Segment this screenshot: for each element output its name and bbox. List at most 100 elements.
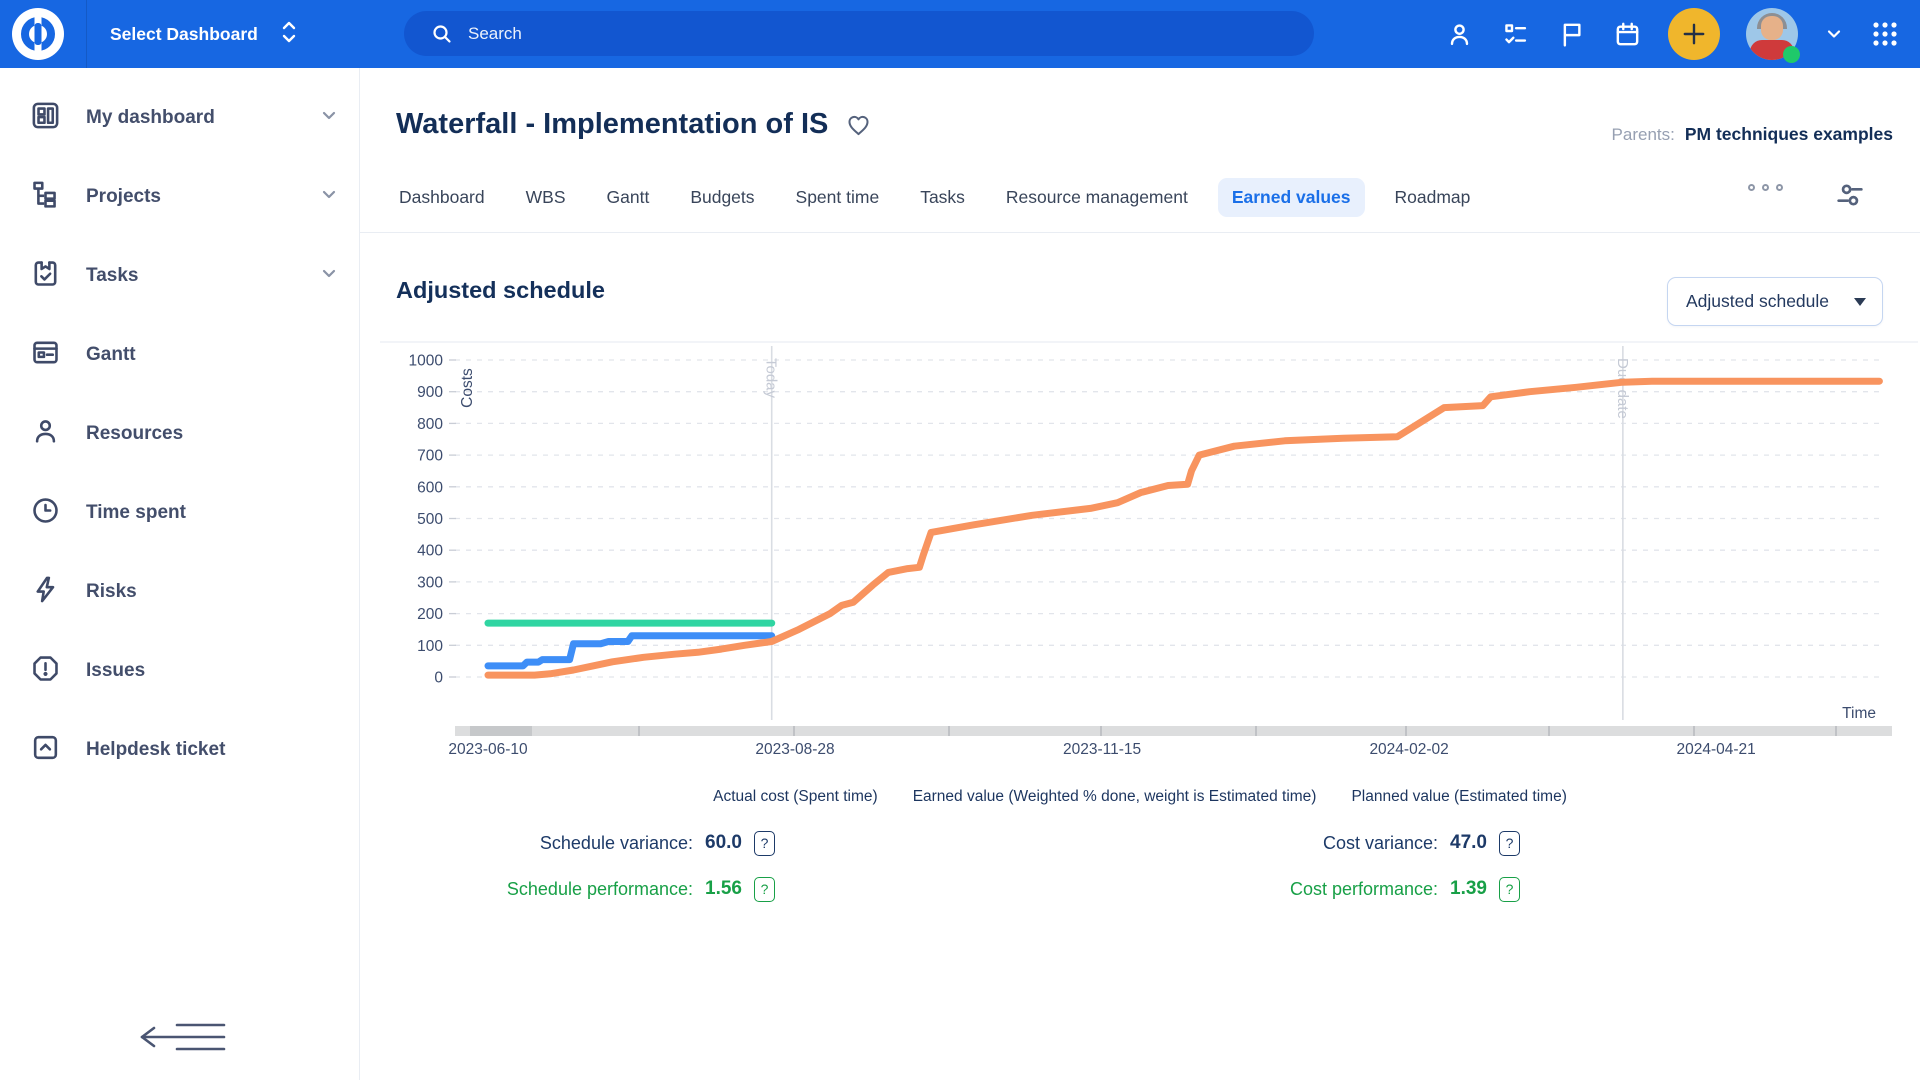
sidebar: My dashboard Projects Tasks — [0, 68, 360, 1080]
help-icon[interactable]: ? — [1499, 877, 1520, 902]
sidebar-item-projects[interactable]: Projects — [0, 157, 359, 236]
tasks-clipboard-icon — [30, 258, 61, 294]
sidebar-item-helpdesk-ticket[interactable]: Helpdesk ticket — [0, 710, 359, 789]
sidebar-item-label: Tasks — [86, 265, 138, 287]
sidebar-item-time-spent[interactable]: Time spent — [0, 473, 359, 552]
help-icon[interactable]: ? — [754, 877, 775, 902]
sidebar-item-resources[interactable]: Resources — [0, 394, 359, 473]
svg-text:500: 500 — [417, 511, 443, 528]
collapse-sidebar-button[interactable] — [132, 1014, 232, 1060]
dropdown-caret-icon — [1854, 298, 1866, 306]
tab-wbs[interactable]: WBS — [515, 178, 577, 217]
svg-text:Time: Time — [1842, 705, 1876, 722]
person-icon[interactable] — [1444, 19, 1474, 49]
svg-text:2023-11-15: 2023-11-15 — [1063, 741, 1141, 758]
sidebar-item-issues[interactable]: Issues — [0, 631, 359, 710]
flag-icon[interactable] — [1556, 19, 1586, 49]
svg-text:Today: Today — [763, 358, 780, 399]
tab-tasks[interactable]: Tasks — [909, 178, 976, 217]
legend-actual-cost[interactable]: Actual cost (Spent time) — [713, 788, 878, 806]
breadcrumb: Parents: PM techniques examples — [1612, 124, 1893, 145]
select-dashboard-button[interactable]: Select Dashboard — [110, 0, 298, 68]
projects-tree-icon — [30, 179, 61, 215]
page-title: Waterfall - Implementation of IS — [396, 108, 828, 141]
sidebar-item-gantt[interactable]: Gantt — [0, 315, 359, 394]
chevron-up-square-icon — [30, 732, 61, 768]
schedule-variance-row: Schedule variance: 60.0 ? — [355, 828, 775, 858]
tab-resource-management[interactable]: Resource management — [995, 178, 1199, 217]
svg-text:900: 900 — [417, 384, 443, 401]
cost-variance-row: Cost variance: 47.0 ? — [1100, 828, 1520, 858]
lightning-icon — [30, 574, 61, 610]
page-settings-icon[interactable] — [1833, 178, 1867, 212]
chevron-down-icon[interactable] — [319, 184, 339, 209]
tab-budgets[interactable]: Budgets — [679, 178, 765, 217]
svg-text:600: 600 — [417, 479, 443, 496]
parents-link[interactable]: PM techniques examples — [1685, 124, 1893, 144]
svg-text:2024-02-02: 2024-02-02 — [1369, 741, 1448, 758]
search-icon — [430, 22, 454, 46]
tab-dashboard[interactable]: Dashboard — [388, 178, 496, 217]
sidebar-item-my-dashboard[interactable]: My dashboard — [0, 78, 359, 157]
online-status-dot — [1783, 46, 1800, 63]
svg-text:2024-04-21: 2024-04-21 — [1676, 741, 1755, 758]
sidebar-item-label: Risks — [86, 581, 137, 603]
svg-text:700: 700 — [417, 448, 443, 465]
svg-text:100: 100 — [417, 638, 443, 655]
apps-grid-icon[interactable] — [1870, 19, 1900, 49]
svg-text:Costs: Costs — [459, 368, 476, 408]
tab-gantt[interactable]: Gantt — [596, 178, 661, 217]
search-placeholder: Search — [468, 24, 522, 44]
divider — [360, 232, 1920, 233]
logo-icon — [21, 17, 55, 51]
add-button[interactable] — [1668, 8, 1720, 60]
tab-roadmap[interactable]: Roadmap — [1384, 178, 1482, 217]
schedule-performance-row: Schedule performance: 1.56 ? — [355, 874, 775, 904]
expand-chevrons-icon — [280, 20, 298, 49]
person-icon — [30, 416, 61, 452]
sidebar-item-tasks[interactable]: Tasks — [0, 236, 359, 315]
tab-earned-values[interactable]: Earned values — [1218, 178, 1365, 217]
chart-section-title: Adjusted schedule — [396, 277, 605, 304]
help-icon[interactable]: ? — [754, 831, 775, 856]
sidebar-item-label: Issues — [86, 660, 145, 682]
alert-octagon-icon — [30, 653, 61, 689]
cost-variance-value: 47.0 — [1450, 832, 1487, 854]
svg-text:800: 800 — [417, 416, 443, 433]
gantt-icon — [30, 337, 61, 373]
chart-legend: Actual cost (Spent time) Earned value (W… — [360, 788, 1920, 806]
sidebar-item-risks[interactable]: Risks — [0, 552, 359, 631]
search-input[interactable]: Search — [404, 11, 1314, 56]
earned-value-chart[interactable]: 01002003004005006007008009001000CostsTod… — [360, 330, 1920, 800]
svg-text:200: 200 — [417, 606, 443, 623]
legend-earned-value[interactable]: Earned value (Weighted % done, weight is… — [913, 788, 1317, 806]
clock-icon — [30, 495, 61, 531]
more-tabs-button[interactable] — [1748, 184, 1783, 191]
cost-performance-value: 1.39 — [1450, 878, 1487, 900]
svg-text:2023-08-28: 2023-08-28 — [755, 741, 834, 758]
sidebar-item-label: My dashboard — [86, 107, 215, 129]
sidebar-item-label: Projects — [86, 186, 161, 208]
legend-planned-value[interactable]: Planned value (Estimated time) — [1351, 788, 1566, 806]
help-icon[interactable]: ? — [1499, 831, 1520, 856]
svg-text:2023-06-10: 2023-06-10 — [448, 741, 528, 758]
checklist-icon[interactable] — [1500, 19, 1530, 49]
app-logo[interactable] — [12, 8, 64, 60]
favorite-heart-icon[interactable] — [845, 111, 872, 138]
calendar-icon[interactable] — [1612, 19, 1642, 49]
svg-text:0: 0 — [434, 670, 443, 687]
tab-spent-time[interactable]: Spent time — [785, 178, 891, 217]
svg-text:300: 300 — [417, 574, 443, 591]
chevron-down-icon[interactable] — [319, 263, 339, 288]
parents-label: Parents: — [1612, 125, 1675, 144]
dashboard-icon — [30, 100, 61, 136]
user-avatar[interactable] — [1746, 8, 1798, 60]
svg-text:Due date: Due date — [1614, 358, 1631, 419]
cost-variance-label: Cost variance: — [1323, 833, 1438, 854]
sidebar-item-label: Gantt — [86, 344, 136, 366]
chevron-down-icon[interactable] — [319, 105, 339, 130]
chevron-down-icon[interactable] — [1824, 19, 1844, 49]
chart-type-select[interactable]: Adjusted schedule — [1667, 277, 1883, 326]
sidebar-item-label: Helpdesk ticket — [86, 739, 225, 761]
divider — [86, 0, 87, 68]
